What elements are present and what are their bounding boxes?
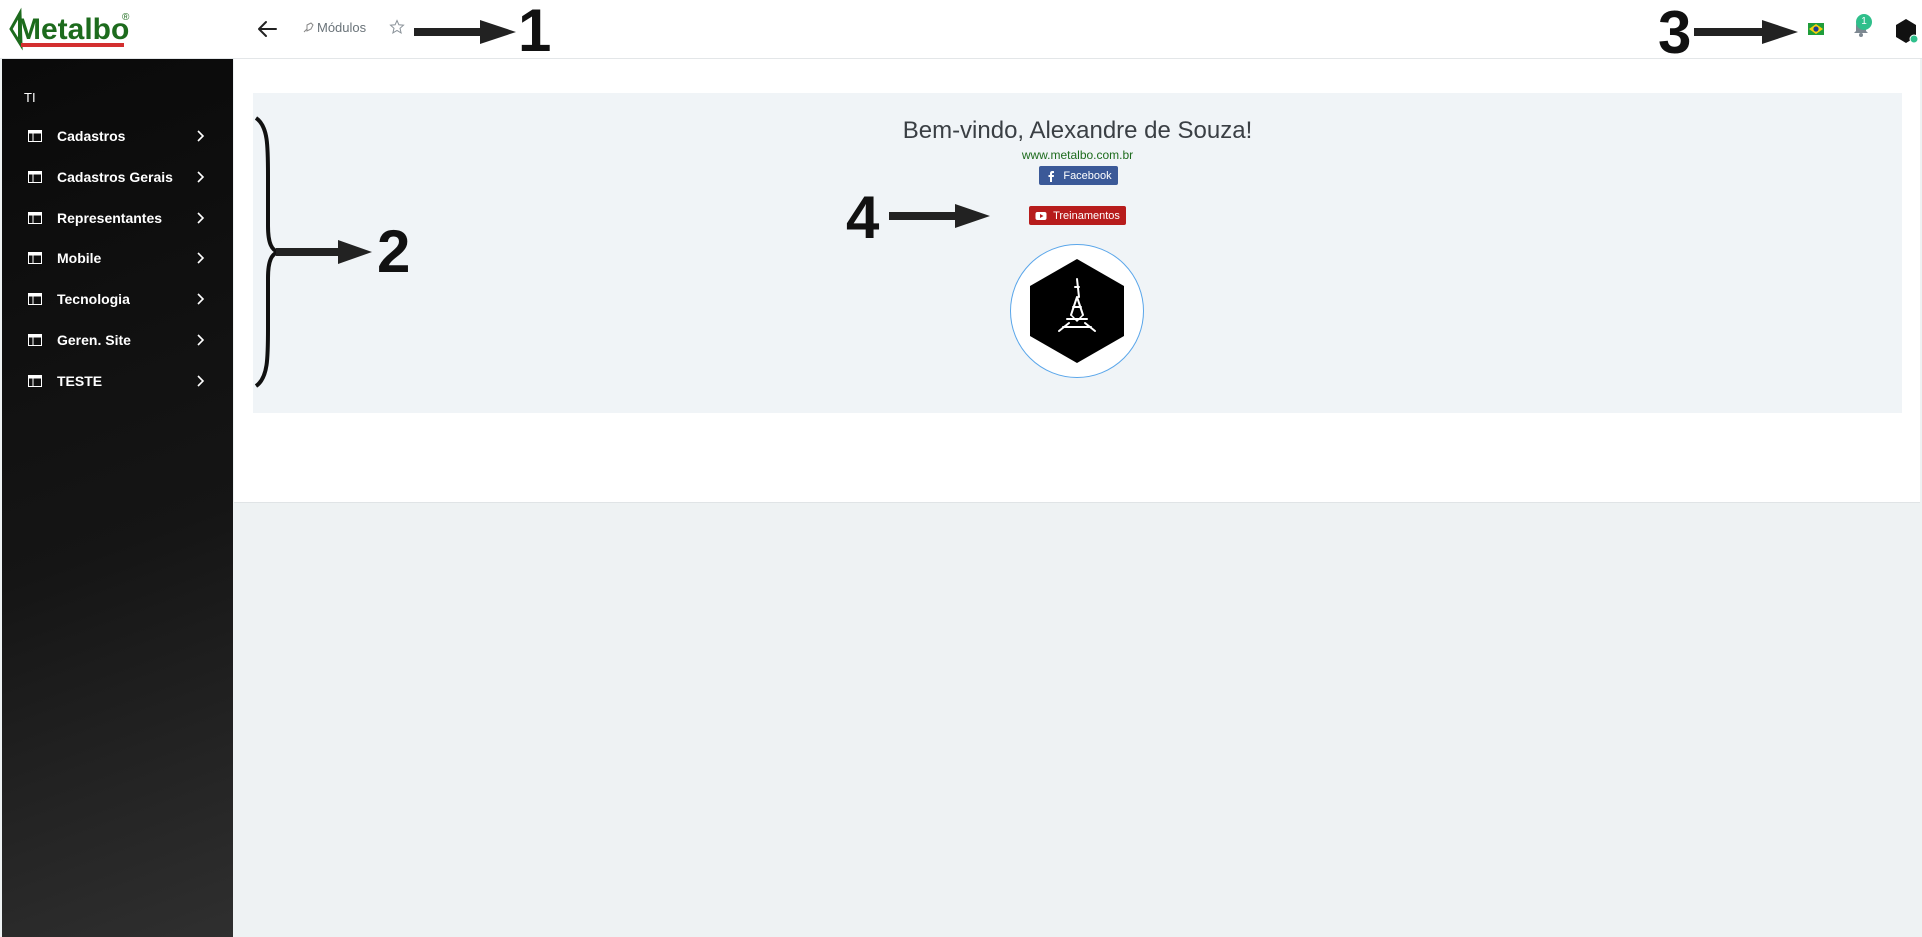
- sidebar-item-label: Mobile: [57, 250, 102, 266]
- star-icon[interactable]: [389, 19, 405, 35]
- annotation-arrow-1: [414, 20, 516, 44]
- annotation-number-3: 3: [1658, 0, 1692, 66]
- sidebar-item-label: Cadastros Gerais: [57, 169, 173, 185]
- table-icon: [28, 293, 42, 305]
- metalbo-logo[interactable]: Metalbo ®: [8, 6, 136, 52]
- rocket-icon: [303, 21, 314, 32]
- arrow-left-icon[interactable]: [254, 16, 280, 42]
- sidebar-item-label: Cadastros: [57, 128, 126, 144]
- chevron-right-icon: [197, 293, 205, 305]
- website-link[interactable]: www.metalbo.com.br: [253, 148, 1902, 162]
- annotation-arrow-4: [889, 204, 990, 228]
- table-icon: [28, 130, 42, 142]
- annotation-number-2: 2: [377, 218, 411, 285]
- user-avatar-icon[interactable]: [1894, 18, 1918, 44]
- sidebar-item-label: Geren. Site: [57, 332, 131, 348]
- sidebar-item-representantes[interactable]: Representantes: [2, 198, 233, 238]
- trainings-button[interactable]: Treinamentos: [1029, 206, 1126, 225]
- trainings-label: Treinamentos: [1053, 209, 1120, 222]
- chevron-right-icon: [197, 252, 205, 264]
- sidebar-item-label: Tecnologia: [57, 291, 130, 307]
- sidebar-item-label: TESTE: [57, 373, 103, 389]
- svg-text:Metalbo: Metalbo: [16, 13, 129, 46]
- table-icon: [28, 171, 42, 183]
- sidebar-item-cadastros[interactable]: Cadastros: [2, 116, 233, 156]
- annotation-arrow-3: [1694, 20, 1798, 44]
- breadcrumb-modulos[interactable]: Módulos: [302, 20, 366, 35]
- chevron-right-icon: [197, 334, 205, 346]
- sidebar-section-title: TI: [24, 90, 36, 105]
- table-icon: [28, 375, 42, 387]
- table-icon: [28, 212, 42, 224]
- sidebar-item-cadastros-gerais[interactable]: Cadastros Gerais: [2, 157, 233, 197]
- chevron-right-icon: [197, 171, 205, 183]
- table-icon: [28, 334, 42, 346]
- facebook-icon: [1048, 170, 1055, 182]
- sidebar: TI Cadastros Cadastros Gerais Representa…: [2, 59, 233, 937]
- chevron-right-icon: [197, 212, 205, 224]
- welcome-title: Bem-vindo, Alexandre de Souza!: [902, 117, 1253, 144]
- profile-avatar: [1010, 244, 1144, 378]
- facebook-label: Facebook: [1063, 169, 1112, 182]
- chevron-right-icon: [197, 130, 205, 142]
- annotation-arrow-2: [276, 240, 372, 264]
- sidebar-item-tecnologia[interactable]: Tecnologia: [2, 279, 233, 319]
- breadcrumb-label: Módulos: [317, 20, 367, 35]
- top-bar: Metalbo ® Módulos 1 3 1: [0, 0, 1922, 64]
- sidebar-item-mobile[interactable]: Mobile: [2, 238, 233, 278]
- sidebar-item-geren-site[interactable]: Geren. Site: [2, 320, 233, 360]
- svg-text:®: ®: [122, 12, 130, 23]
- welcome-card: Bem-vindo, Alexandre de Souza! www.metal…: [253, 93, 1902, 413]
- brazil-flag-icon[interactable]: [1808, 23, 1824, 35]
- hexagon-logo-icon: [1030, 259, 1124, 363]
- sidebar-item-label: Representantes: [57, 210, 163, 226]
- annotation-number-1: 1: [518, 0, 552, 64]
- sidebar-item-teste[interactable]: TESTE: [2, 361, 233, 401]
- youtube-icon: [1035, 211, 1047, 220]
- chevron-right-icon: [197, 375, 205, 387]
- notification-badge: 1: [1856, 14, 1872, 30]
- table-icon: [28, 252, 42, 264]
- annotation-number-4: 4: [846, 184, 880, 251]
- facebook-button[interactable]: Facebook: [1039, 166, 1118, 185]
